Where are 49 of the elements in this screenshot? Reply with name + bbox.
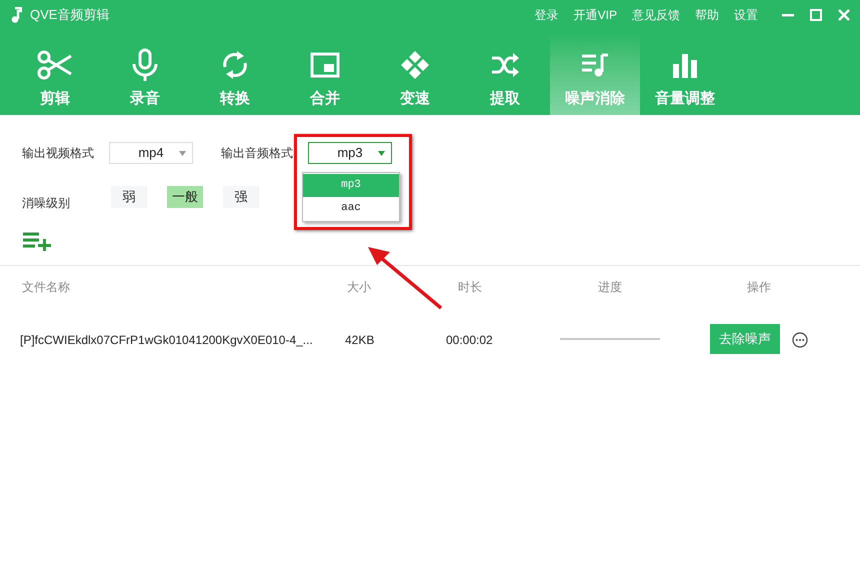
music-note-icon: [10, 7, 22, 23]
file-name: [P]fcCWIEkdlx07CFrP1wGk01041200KgvX0E010-4_...: [20, 332, 313, 349]
noise-level-option[interactable]: 一般: [167, 186, 203, 208]
refresh-icon: [220, 48, 250, 80]
toolbar-tab[interactable]: 音量调整: [640, 35, 730, 115]
toolbar-tab[interactable]: 提取: [460, 35, 550, 115]
header-link[interactable]: 登录: [534, 6, 559, 24]
noise-level-option[interactable]: 弱: [111, 186, 147, 208]
scissors-icon: [37, 50, 73, 80]
field-label: 消噪级别: [22, 195, 70, 212]
column-header: 文件名称: [22, 279, 70, 296]
microphone-icon: [130, 48, 160, 82]
header-link[interactable]: 帮助: [695, 6, 719, 24]
remove-noise-button[interactable]: 去除噪声: [710, 324, 780, 354]
dropdown-arrow-icon: [378, 151, 385, 156]
dropdown-option[interactable]: mp3: [303, 174, 399, 197]
toolbar-tab[interactable]: 变速: [370, 35, 460, 115]
noise-level-option[interactable]: 强: [223, 186, 259, 208]
file-size: 42KB: [345, 332, 374, 349]
window-title: QVE音频剪辑: [30, 6, 110, 24]
more-options-icon[interactable]: [792, 332, 808, 348]
bar-chart-icon: [671, 52, 699, 78]
toolbar-tab[interactable]: 噪声消除: [550, 35, 640, 115]
column-header: 时长: [458, 279, 482, 296]
header-link[interactable]: 开通VIP: [574, 6, 617, 24]
toolbar-tab[interactable]: 转换: [190, 35, 280, 115]
picture-in-picture-icon: [310, 52, 340, 78]
close-icon[interactable]: [838, 9, 850, 21]
add-to-list-icon[interactable]: [23, 232, 51, 251]
header-link[interactable]: 意见反馈: [632, 6, 680, 24]
shuffle-icon: [490, 52, 520, 78]
maximize-icon[interactable]: [810, 9, 822, 21]
format-dropdown[interactable]: mp4: [109, 142, 193, 164]
dropdown-arrow-icon: [179, 151, 186, 156]
toolbar-tab[interactable]: 剪辑: [10, 35, 100, 115]
directional-pad-icon: [400, 50, 430, 80]
column-header: 大小: [347, 279, 371, 296]
field-label: 输出音频格式: [221, 145, 293, 162]
music-list-icon: [580, 52, 610, 78]
format-dropdown[interactable]: mp3: [308, 142, 392, 164]
column-header: 进度: [598, 279, 622, 296]
toolbar-tab[interactable]: 录音: [100, 35, 190, 115]
toolbar-tab[interactable]: 合并: [280, 35, 370, 115]
column-header: 操作: [747, 279, 771, 296]
header-link[interactable]: 设置: [734, 6, 758, 24]
field-label: 输出视频格式: [22, 145, 94, 162]
minimize-icon[interactable]: [782, 14, 794, 16]
dropdown-option[interactable]: aac: [303, 197, 399, 220]
file-duration: 00:00:02: [446, 332, 493, 349]
